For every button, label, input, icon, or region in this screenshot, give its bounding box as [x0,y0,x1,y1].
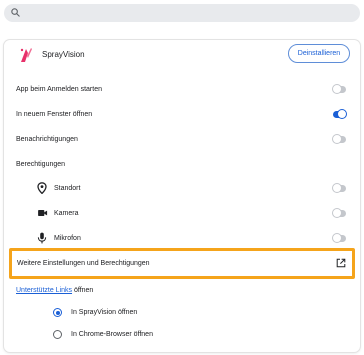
search-bar[interactable] [4,4,360,22]
open-in-app-radio[interactable] [53,308,62,317]
supported-links-heading: Unterstützte Links öffnen [16,287,93,294]
setting-label: App beim Anmelden starten [16,85,102,93]
start-on-login-toggle[interactable] [332,84,346,94]
setting-notifications[interactable]: Benachrichtigungen [4,127,360,151]
permission-microphone[interactable]: Mikrofon [4,226,360,250]
open-in-app-option[interactable]: In SprayVision öffnen [4,302,360,324]
open-in-browser-option[interactable]: In Chrome-Browser öffnen [4,324,360,346]
notifications-toggle[interactable] [332,134,346,144]
open-in-browser-radio[interactable] [53,330,62,339]
sprayvision-logo-icon [20,48,32,62]
permission-camera[interactable]: Kamera [4,201,360,225]
permission-label: Standort [54,184,81,192]
supported-links-suffix: öffnen [72,287,94,294]
app-name: SprayVision [42,50,85,59]
open-external-icon[interactable] [336,258,346,268]
search-icon [11,8,20,17]
location-pin-icon [37,182,47,194]
permission-location[interactable]: Standort [4,176,360,200]
radio-label: In Chrome-Browser öffnen [71,331,153,338]
radio-label: In SprayVision öffnen [71,309,138,316]
permissions-heading-row: Berechtigungen [4,152,360,176]
setting-label: In neuem Fenster öffnen [16,110,93,118]
more-settings-label: Weitere Einstellungen und Berechtigungen [17,260,150,267]
permissions-heading: Berechtigungen [16,160,66,168]
setting-label: Benachrichtigungen [16,135,78,143]
supported-links-link[interactable]: Unterstützte Links [16,287,72,294]
microphone-icon [37,232,47,244]
uninstall-button[interactable]: Deinstallieren [288,44,350,63]
camera-icon [38,210,48,216]
app-settings-card: SprayVision Deinstallieren App beim Anme… [4,40,360,352]
open-new-window-toggle[interactable] [333,109,347,119]
more-settings-row[interactable]: Weitere Einstellungen und Berechtigungen [9,248,355,279]
permission-label: Kamera [54,209,79,217]
app-header: SprayVision Deinstallieren [4,40,360,68]
permission-label: Mikrofon [54,234,81,242]
camera-toggle[interactable] [332,208,346,218]
location-toggle[interactable] [332,183,346,193]
microphone-toggle[interactable] [332,233,346,243]
setting-open-new-window[interactable]: In neuem Fenster öffnen [4,102,360,126]
setting-start-on-login[interactable]: App beim Anmelden starten [4,77,360,101]
